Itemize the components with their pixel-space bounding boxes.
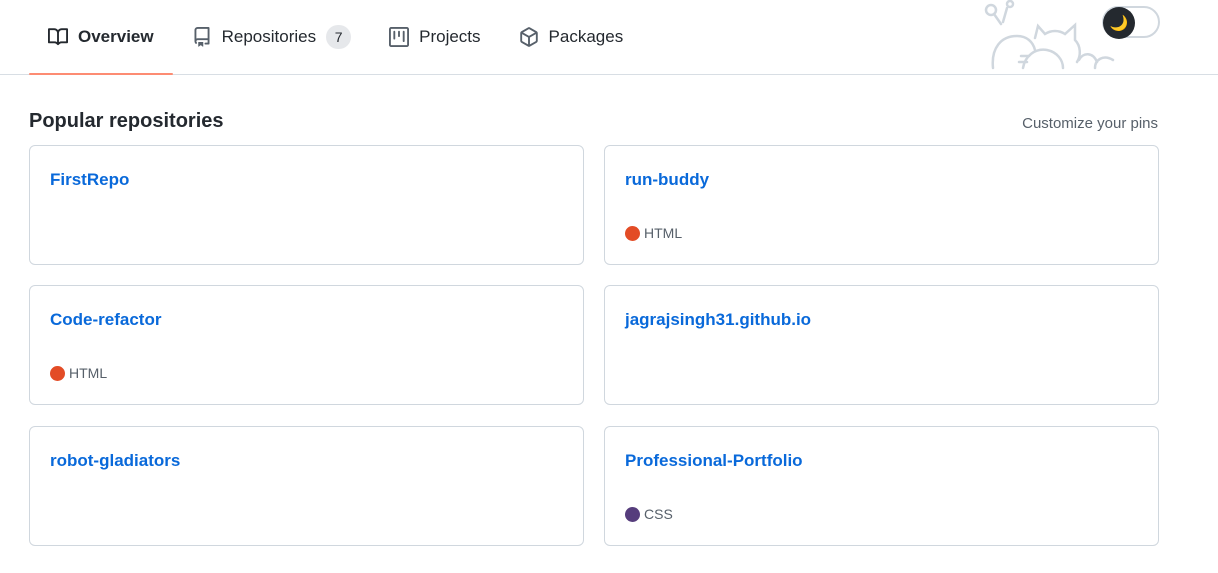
pinned-repo-card: FirstRepo (29, 145, 584, 265)
repo-language: HTML (50, 365, 107, 381)
repo-link[interactable]: robot-gladiators (50, 451, 180, 471)
tab-label: Repositories (221, 27, 317, 46)
repositories-count-badge: 7 (326, 25, 352, 49)
package-icon (519, 27, 539, 47)
tab-overview[interactable]: Overview (29, 0, 173, 75)
repo-link[interactable]: Code-refactor (50, 310, 161, 330)
tab-repositories[interactable]: Repositories 7 (173, 0, 371, 74)
tab-label: Overview (78, 27, 154, 46)
language-color-dot (50, 365, 65, 381)
language-label: HTML (644, 225, 683, 241)
profile-tab-bar: Overview Repositories 7 Projects Package… (0, 0, 1218, 75)
repo-language: CSS (625, 506, 673, 522)
repo-language: HTML (625, 225, 682, 241)
repo-link[interactable]: Professional-Portfolio (625, 451, 803, 471)
pinned-repo-card: run-buddy HTML (604, 145, 1159, 265)
pinned-repo-card: jagrajsingh31.github.io (604, 285, 1159, 405)
customize-pins-link[interactable]: Customize your pins (1022, 115, 1158, 132)
tab-projects[interactable]: Projects (370, 0, 499, 74)
tab-packages[interactable]: Packages (500, 0, 643, 74)
language-label: HTML (69, 365, 108, 381)
pinned-repo-card: robot-gladiators (29, 426, 584, 546)
tab-label: Packages (548, 27, 624, 46)
repo-link[interactable]: jagrajsingh31.github.io (625, 310, 811, 330)
repo-link[interactable]: run-buddy (625, 170, 709, 190)
pinned-repo-card: Professional-Portfolio CSS (604, 426, 1159, 546)
tab-label: Projects (419, 27, 481, 46)
octocat-illustration (984, 0, 1115, 70)
theme-toggle-switch[interactable]: 🌙 (1102, 6, 1160, 39)
repo-link[interactable]: FirstRepo (50, 170, 129, 190)
repo-icon (192, 27, 212, 47)
profile-tabs: Overview Repositories 7 Projects Package… (29, 0, 642, 75)
language-color-dot (625, 225, 640, 241)
pinned-repo-card: Code-refactor HTML (29, 285, 584, 405)
moon-icon: 🌙 (1103, 7, 1135, 39)
book-icon (48, 27, 68, 47)
project-icon (389, 27, 410, 47)
section-title: Popular repositories (29, 110, 224, 132)
language-label: CSS (644, 506, 673, 522)
language-color-dot (625, 506, 640, 522)
